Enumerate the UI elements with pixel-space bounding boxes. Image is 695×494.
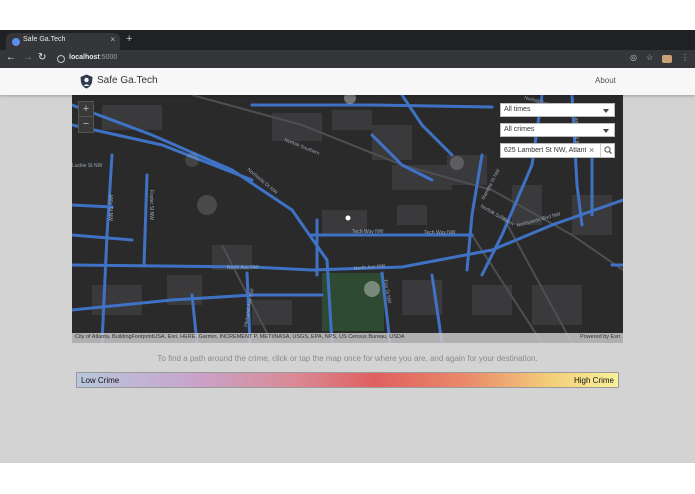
attribution-text: City of Atlanta, BuildingFootprintUSA, E… — [75, 334, 405, 340]
zoom-in-button[interactable]: + — [79, 102, 93, 117]
search-icon — [604, 146, 612, 155]
extension-icon[interactable]: ◎ — [630, 53, 637, 62]
screen-bottom-margin — [0, 463, 695, 494]
instructions-text: To find a path around the crime, click o… — [157, 354, 538, 363]
browser-toolbar: ← → ↻ localhost:5000 ◎ ☆ ⋮ — [0, 50, 695, 68]
time-filter-value: All times — [504, 106, 531, 113]
back-arrow-icon[interactable]: ← — [6, 52, 16, 64]
crime-filter-value: All crimes — [504, 126, 535, 133]
crime-legend-bar: Low Crime High Crime — [76, 372, 619, 388]
street-label: Mills St NW — [107, 195, 113, 221]
street-label: Tech Way NW — [424, 230, 456, 236]
bookmark-star-icon[interactable]: ☆ — [646, 53, 653, 62]
app-header: Safe Ga.Tech About — [0, 68, 695, 95]
clear-icon[interactable]: × — [589, 145, 594, 155]
about-link[interactable]: About — [595, 76, 616, 85]
screen-top-margin — [0, 0, 695, 30]
legend-high-label: High Crime — [573, 376, 614, 385]
legend-low-label: Low Crime — [81, 376, 120, 385]
street-label: Luckie St NW — [72, 163, 103, 169]
forward-arrow-icon[interactable]: → — [23, 52, 33, 64]
menu-kebab-icon[interactable]: ⋮ — [681, 53, 689, 62]
browser-tabstrip: Safe Ga.Tech × + — [0, 30, 695, 50]
crime-filter-select[interactable]: All crimes — [500, 123, 615, 137]
time-filter-select[interactable]: All times — [500, 103, 615, 117]
brand-title[interactable]: Safe Ga.Tech — [97, 75, 158, 86]
map-attribution: City of Atlanta, BuildingFootprintUSA, E… — [72, 333, 623, 343]
zoom-control: + − — [78, 101, 94, 133]
profile-avatar-icon[interactable] — [662, 55, 672, 63]
street-label: North Ave NW — [354, 263, 386, 272]
zoom-out-button[interactable]: − — [79, 117, 93, 132]
browser-tab[interactable]: Safe Ga.Tech × — [6, 33, 120, 50]
favicon-icon — [12, 38, 20, 46]
crime-map[interactable]: Norfolk Southern Tech Way NW Tech Way NW… — [72, 95, 623, 343]
site-info-icon[interactable] — [57, 55, 65, 63]
chevron-down-icon — [603, 109, 609, 113]
address-bar[interactable]: localhost:5000 — [54, 52, 614, 66]
tab-close-icon[interactable]: × — [110, 35, 115, 44]
shield-logo-icon — [80, 74, 93, 89]
street-label: North Ave NW — [227, 265, 259, 271]
street-label: Tech Way NW — [352, 229, 384, 235]
reload-icon[interactable]: ↻ — [38, 52, 46, 64]
search-button[interactable] — [600, 144, 615, 157]
tab-title: Safe Ga.Tech — [23, 36, 66, 43]
street-label: Foster St NW — [148, 190, 154, 220]
chevron-down-icon — [603, 129, 609, 133]
map-location-marker[interactable] — [345, 215, 351, 221]
address-search-value: 625 Lambert St NW, Atlanta — [504, 147, 586, 154]
url-text: localhost:5000 — [69, 54, 118, 61]
new-tab-icon[interactable]: + — [126, 33, 132, 46]
address-search-input[interactable]: 625 Lambert St NW, Atlanta × — [500, 143, 615, 158]
powered-by-esri[interactable]: Powered by Esri — [580, 334, 620, 340]
